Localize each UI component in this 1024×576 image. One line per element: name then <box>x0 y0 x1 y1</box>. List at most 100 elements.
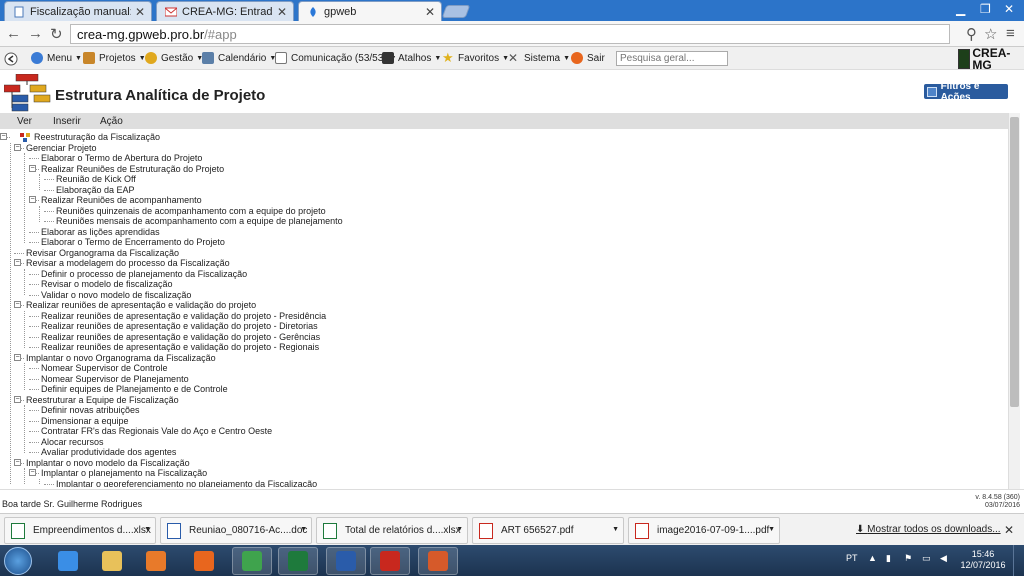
menu-item-sistema[interactable]: ✕ Sistema ▼ <box>508 52 570 64</box>
tree-node-label[interactable]: Alocar recursos <box>41 437 104 447</box>
tree-node[interactable]: Elaborar o Termo de Encerramento do Proj… <box>0 237 1000 247</box>
tree-node-label[interactable]: Realizar reuniões de apresentação e vali… <box>41 321 318 331</box>
tree-node[interactable]: − Gerenciar Projeto <box>0 143 1000 153</box>
taskbar-app[interactable] <box>48 547 88 575</box>
tree-node[interactable]: Revisar o modelo de fiscalização <box>0 279 1000 289</box>
close-tab-icon[interactable]: ✕ <box>135 5 145 19</box>
tree-node-label[interactable]: Elaborar o Termo de Encerramento do Proj… <box>41 237 225 247</box>
taskbar-app[interactable] <box>136 547 176 575</box>
tree-node-label[interactable]: Realizar reuniões de apresentação e vali… <box>41 332 320 342</box>
page-scrollbar[interactable] <box>1008 113 1020 489</box>
tree-node[interactable]: Elaborar o Termo de Abertura do Projeto <box>0 153 1000 163</box>
taskbar-app[interactable] <box>92 547 132 575</box>
toolbar-acao[interactable]: Ação <box>100 116 123 127</box>
tree-node-label[interactable]: Revisar a modelagem do processo da Fisca… <box>26 258 230 268</box>
tree-node[interactable]: − Implantar o planejamento na Fiscalizaçã… <box>0 468 1000 478</box>
menu-item-gestao[interactable]: Gestão ▼ <box>145 52 203 64</box>
tree-node-label[interactable]: Definir novas atribuições <box>41 405 140 415</box>
volume-icon[interactable]: ◀ <box>940 553 947 564</box>
tray-expand-icon[interactable]: ▲ <box>868 553 877 563</box>
tree-node-label[interactable]: Reestruturar a Equipe de Fiscalização <box>26 395 179 405</box>
tree-node-label[interactable]: Reuniões quinzenais de acompanhamento co… <box>56 206 326 216</box>
taskbar-app[interactable] <box>184 547 224 575</box>
pin-icon[interactable]: ⚲ <box>966 25 977 43</box>
tree-node[interactable]: Reunião de Kick Off <box>0 174 1000 184</box>
tree-node-label[interactable]: Implantar o georeferenciamento no planej… <box>56 479 317 488</box>
tree-node[interactable]: Elaborar as lições aprendidas <box>0 227 1000 237</box>
tree-node[interactable]: Realizar reuniões de apresentação e vali… <box>0 311 1000 321</box>
tree-node-label[interactable]: Nomear Supervisor de Controle <box>41 363 168 373</box>
tree-node[interactable]: Elaboração da EAP <box>0 185 1000 195</box>
bookmark-star-icon[interactable]: ☆ <box>984 25 997 43</box>
tree-node-label[interactable]: Reestruturação da Fiscalização <box>34 132 160 142</box>
taskbar-app[interactable] <box>370 547 410 575</box>
download-item[interactable]: image2016-07-09-1....pdf ▼ <box>628 517 780 544</box>
taskbar-app[interactable] <box>418 547 458 575</box>
tree-node-label[interactable]: Elaborar o Termo de Abertura do Projeto <box>41 153 202 163</box>
menu-item-calendario[interactable]: Calendário ▼ <box>202 52 276 64</box>
network-icon[interactable]: ▮ <box>886 553 891 564</box>
tree-node[interactable]: − Realizar Reuniões de Estruturação do Pr… <box>0 164 1000 174</box>
filters-actions-button[interactable]: Filtros e Ações <box>924 81 1008 103</box>
tree-node[interactable]: − Realizar Reuniões de acompanhamento <box>0 195 1000 205</box>
tree-node[interactable]: − Revisar a modelagem do processo da Fisc… <box>0 258 1000 268</box>
tree-node[interactable]: Definir o processo de planejamento da Fi… <box>0 269 1000 279</box>
taskbar-app[interactable] <box>232 547 272 575</box>
tree-node[interactable]: − Implantar o novo modelo da Fiscalização <box>0 458 1000 468</box>
show-all-downloads-link[interactable]: ⬇ Mostrar todos os downloads... <box>856 524 1001 535</box>
url-field[interactable]: crea-mg.gpweb.pro.br/#app <box>70 24 950 44</box>
tree-node[interactable]: − Reestruturação da Fiscalização <box>0 132 1000 142</box>
close-downloads-icon[interactable]: ✕ <box>1004 523 1014 537</box>
tree-node[interactable]: − Realizar reuniões de apresentação e val… <box>0 300 1000 310</box>
app-back-icon[interactable] <box>4 52 18 66</box>
tree-node-label[interactable]: Reunião de Kick Off <box>56 174 136 184</box>
tree-node[interactable]: Definir novas atribuições <box>0 405 1000 415</box>
tree-node-label[interactable]: Elaborar as lições aprendidas <box>41 227 160 237</box>
reload-icon[interactable]: ↻ <box>50 25 63 43</box>
language-indicator[interactable]: PT <box>846 553 858 563</box>
download-item[interactable]: Reuniao_080716-Ac....doc ▼ <box>160 517 312 544</box>
system-clock[interactable]: 15:46 12/07/2016 <box>960 549 1006 571</box>
download-item[interactable]: Empreendimentos d....xlsx ▼ <box>4 517 156 544</box>
tree-node-label[interactable]: Definir equipes de Planejamento e de Con… <box>41 384 228 394</box>
tree-node-label[interactable]: Implantar o novo Organograma da Fiscaliz… <box>26 353 216 363</box>
start-button[interactable] <box>4 547 32 575</box>
tree-node[interactable]: − Implantar o novo Organograma da Fiscali… <box>0 353 1000 363</box>
menu-item-favoritos[interactable]: ★ Favoritos ▼ <box>442 51 509 64</box>
tree-node[interactable]: Dimensionar a equipe <box>0 416 1000 426</box>
close-window-icon[interactable]: ✕ <box>1004 2 1014 16</box>
tree-node[interactable]: Realizar reuniões de apresentação e vali… <box>0 342 1000 352</box>
tree-node[interactable]: Definir equipes de Planejamento e de Con… <box>0 384 1000 394</box>
tree-node-label[interactable]: Gerenciar Projeto <box>26 143 97 153</box>
tree-node[interactable]: Contratar FR's das Regionais Vale do Aço… <box>0 426 1000 436</box>
tree-node[interactable]: Avaliar produtividade dos agentes <box>0 447 1000 457</box>
flag-icon[interactable]: ⚑ <box>904 553 912 564</box>
tree-node-label[interactable]: Contratar FR's das Regionais Vale do Aço… <box>41 426 272 436</box>
tree-node[interactable]: − Reestruturar a Equipe de Fiscalização <box>0 395 1000 405</box>
minimize-icon[interactable]: ▁ <box>956 2 965 16</box>
close-tab-icon[interactable]: ✕ <box>425 5 435 19</box>
tree-node-label[interactable]: Realizar reuniões de apresentação e vali… <box>41 342 319 352</box>
tree-node-label[interactable]: Validar o novo modelo de fiscalização <box>41 290 191 300</box>
tree-node[interactable]: Nomear Supervisor de Planejamento <box>0 374 1000 384</box>
download-menu-icon[interactable]: ▼ <box>768 526 775 533</box>
tree-node[interactable]: Reuniões mensais de acompanhamento com a… <box>0 216 1000 226</box>
download-menu-icon[interactable]: ▼ <box>144 526 151 533</box>
tree-node-label[interactable]: Realizar Reuniões de Estruturação do Pro… <box>41 164 224 174</box>
tree-node-label[interactable]: Elaboração da EAP <box>56 185 135 195</box>
tree-node[interactable]: Nomear Supervisor de Controle <box>0 363 1000 373</box>
download-menu-icon[interactable]: ▼ <box>612 526 619 533</box>
tree-node-label[interactable]: Nomear Supervisor de Planejamento <box>41 374 189 384</box>
browser-tab-gmail[interactable]: CREA-MG: Entrada (329) ✕ <box>156 1 294 21</box>
download-item[interactable]: ART 656527.pdf ▼ <box>472 517 624 544</box>
tree-node[interactable]: Implantar o georeferenciamento no planej… <box>0 479 1000 488</box>
taskbar-app[interactable] <box>326 547 366 575</box>
tree-node[interactable]: Reuniões quinzenais de acompanhamento co… <box>0 206 1000 216</box>
tree-node-label[interactable]: Realizar reuniões de apresentação e vali… <box>26 300 256 310</box>
maximize-icon[interactable]: ❐ <box>980 2 991 16</box>
tree-node-label[interactable]: Implantar o planejamento na Fiscalização <box>41 468 207 478</box>
browser-tab-gpweb[interactable]: gpweb ✕ <box>298 1 442 21</box>
tree-node[interactable]: Realizar reuniões de apresentação e vali… <box>0 321 1000 331</box>
tree-node-label[interactable]: Implantar o novo modelo da Fiscalização <box>26 458 190 468</box>
scrollbar-thumb[interactable] <box>1010 117 1019 407</box>
